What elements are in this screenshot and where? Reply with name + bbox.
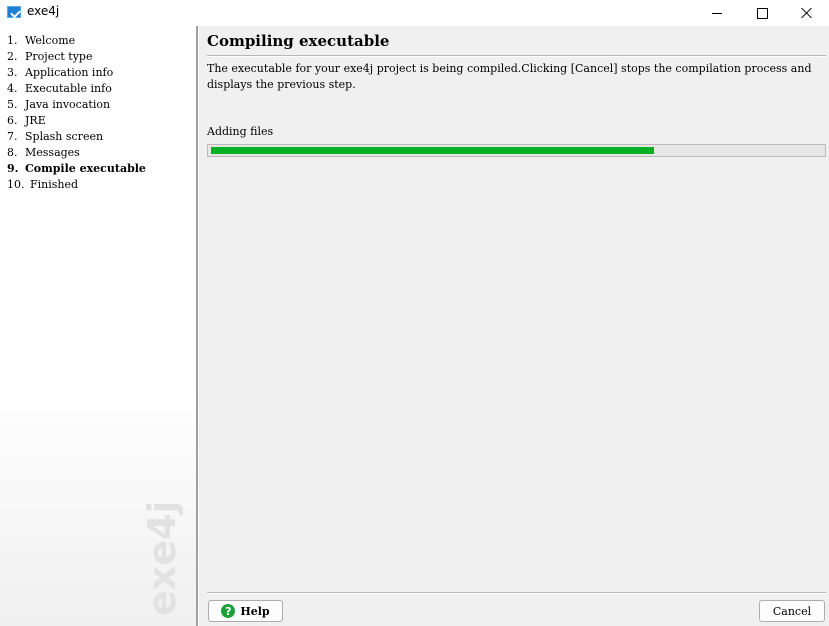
step-description: The executable for your exe4j project is… [207,62,812,91]
step-label: Welcome [25,34,76,47]
sidebar-divider [196,26,199,626]
exe4j-app-icon [7,6,21,18]
step-welcome[interactable]: 1. Welcome [7,33,146,49]
step-label: Compile executable [25,162,146,175]
step-finished[interactable]: 10. Finished [7,177,146,193]
maximize-icon [756,7,768,19]
button-bar-separator [207,592,826,594]
help-button-label: Help [240,604,270,618]
progress-status-label: Adding files [207,125,274,138]
step-java-invocation[interactable]: 5. Java invocation [7,97,146,113]
step-label: Project type [25,50,93,63]
close-icon [801,7,813,19]
step-label: Messages [25,146,80,159]
svg-text:exe4j: exe4j [140,504,183,616]
question-mark-icon: ? [221,604,236,618]
step-project-type[interactable]: 2. Project type [7,49,146,65]
step-executable-info[interactable]: 4. Executable info [7,81,146,97]
step-messages[interactable]: 8. Messages [7,145,146,161]
maximize-button[interactable] [739,0,785,26]
step-jre[interactable]: 6. JRE [7,113,146,129]
step-application-info[interactable]: 3. Application info [7,65,146,81]
close-button[interactable] [784,0,829,26]
compile-progress-bar [207,144,826,157]
window-title: exe4j [27,4,60,18]
step-splash-screen[interactable]: 7. Splash screen [7,129,146,145]
help-button[interactable]: ? Help [208,600,283,622]
step-label: Splash screen [25,130,104,143]
minimize-icon [712,12,722,14]
progress-fill [211,147,654,154]
steps-list: 1. Welcome 2. Project type 3. Application i… [7,33,146,193]
page-title: Compiling executable [207,32,390,50]
title-separator [207,55,826,57]
title-bar: exe4j [0,0,829,26]
step-label: Java invocation [25,98,111,111]
step-label: Finished [30,178,79,191]
step-label: Executable info [25,82,112,95]
cancel-button[interactable]: Cancel [759,600,825,622]
step-label: JRE [25,114,46,127]
minimize-button[interactable] [694,0,740,26]
wizard-steps-sidebar: 1. Welcome 2. Project type 3. Application i… [0,26,196,626]
step-compile-executable[interactable]: 9. Compile executable [7,161,146,177]
step-label: Application info [25,66,114,79]
exe4j-watermark-logo: exe4j [139,504,183,616]
